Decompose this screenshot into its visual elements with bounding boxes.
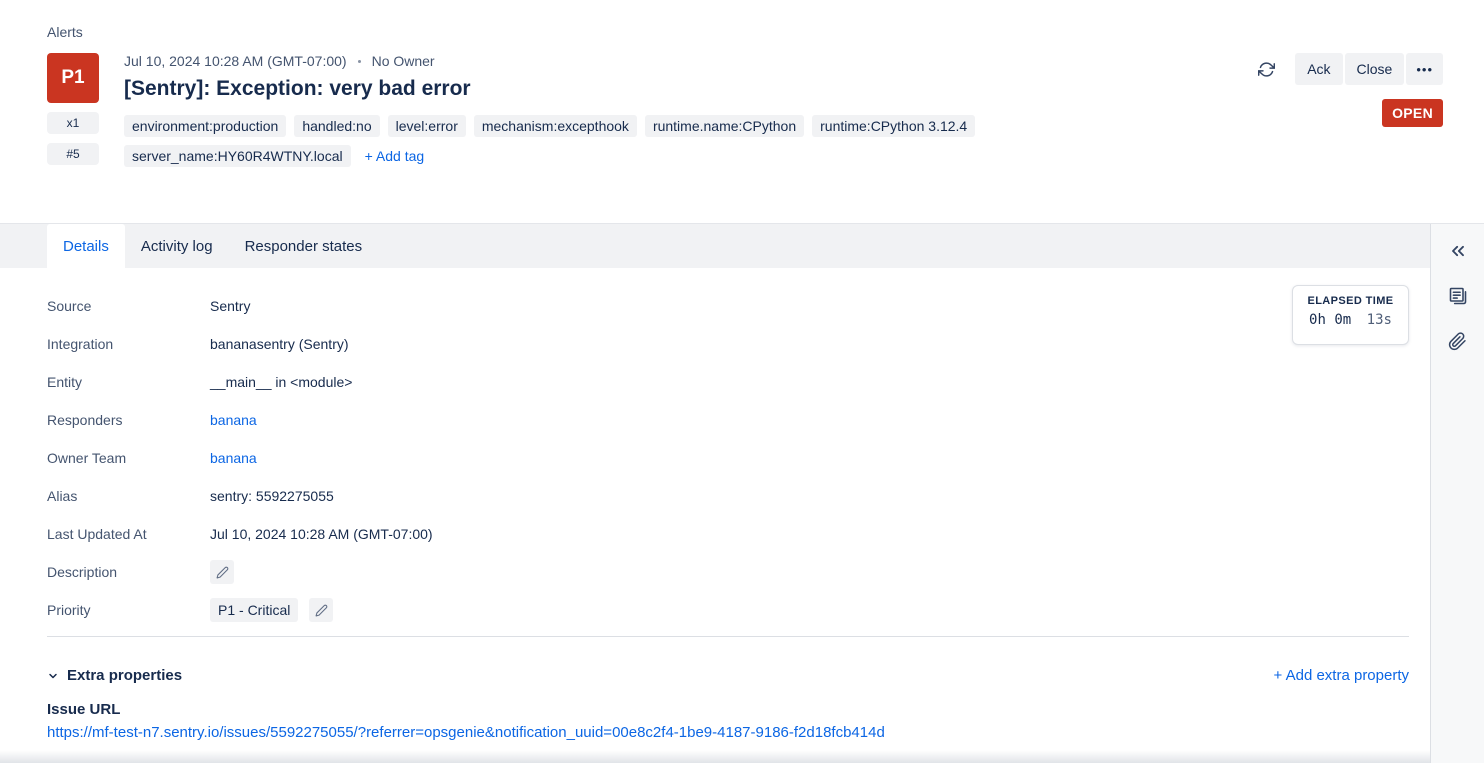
alert-timestamp: Jul 10, 2024 10:28 AM (GMT-07:00) [124,53,347,69]
notes-icon[interactable] [1442,280,1474,312]
more-actions-button[interactable]: ••• [1406,53,1443,85]
issue-url-link[interactable]: https://mf-test-n7.sentry.io/issues/5592… [47,724,885,741]
tab-activity-log[interactable]: Activity log [125,224,229,268]
elapsed-time-value: 0h 0m 13s [1293,312,1408,328]
extra-properties-title: Extra properties [67,667,182,684]
field-row-last-updated: Last Updated At Jul 10, 2024 10:28 AM (G… [47,522,1409,546]
alert-count-chip: x1 [47,112,99,134]
tab-responder-states[interactable]: Responder states [229,224,379,268]
tab-details[interactable]: Details [47,224,125,268]
field-label: Responders [47,412,210,428]
dot-separator [358,60,361,63]
field-row-integration: Integration bananasentry (Sentry) [47,332,1409,356]
ack-button[interactable]: Ack [1295,53,1342,85]
add-tag-button[interactable]: + Add tag [359,145,431,167]
refresh-icon[interactable] [1258,61,1275,78]
field-label: Entity [47,374,210,390]
field-row-priority: Priority P1 - Critical [47,598,1409,622]
elapsed-minutes: 0m [1334,312,1351,328]
field-value: Sentry [210,298,250,314]
right-sidebar [1430,224,1484,763]
owner-team-link[interactable]: banana [210,450,257,466]
elapsed-time-card: ELAPSED TIME 0h 0m 13s [1292,285,1409,345]
tag[interactable]: mechanism:excepthook [474,115,637,137]
edit-description-button[interactable] [210,560,234,584]
paperclip-icon[interactable] [1442,325,1474,357]
field-row-description: Description [47,560,1409,584]
chevron-down-icon [47,670,59,682]
elapsed-time-title: ELAPSED TIME [1293,295,1408,307]
alert-title: [Sentry]: Exception: very bad error [124,77,1258,101]
pencil-icon [315,604,328,617]
priority-badge: P1 [47,53,99,103]
field-label: Description [47,564,210,580]
extra-property-item: Issue URL https://mf-test-n7.sentry.io/i… [47,701,1409,741]
field-value: __main__ in <module> [210,374,352,390]
tag-list: environment:production handled:no level:… [124,115,1124,167]
field-value: bananasentry (Sentry) [210,336,349,352]
status-badge: OPEN [1382,99,1443,127]
collapse-sidebar-icon[interactable] [1442,235,1474,267]
field-label: Last Updated At [47,526,210,542]
tag[interactable]: handled:no [294,115,379,137]
field-value: Jul 10, 2024 10:28 AM (GMT-07:00) [210,526,433,542]
extra-properties-toggle[interactable]: Extra properties [47,667,182,684]
property-key: Issue URL [47,701,1409,718]
field-label: Source [47,298,210,314]
elapsed-hours: 0h [1309,312,1326,328]
elapsed-seconds: 13s [1367,312,1392,328]
priority-chip: P1 - Critical [210,598,298,622]
field-label: Priority [47,602,210,618]
alert-header: Alerts P1 x1 #5 Jul 10, 2024 10:28 AM (G… [0,0,1484,224]
tag[interactable]: server_name:HY60R4WTNY.local [124,145,351,167]
breadcrumb[interactable]: Alerts [47,24,1443,40]
edit-priority-button[interactable] [309,598,333,622]
details-panel: ELAPSED TIME 0h 0m 13s Source Sentry Int… [0,268,1430,763]
field-row-source: Source Sentry [47,294,1409,318]
tag[interactable]: runtime.name:CPython [645,115,804,137]
field-label: Alias [47,488,210,504]
field-row-entity: Entity __main__ in <module> [47,370,1409,394]
field-value: sentry: 5592275055 [210,488,334,504]
field-row-responders: Responders banana [47,408,1409,432]
tag[interactable]: runtime:CPython 3.12.4 [812,115,975,137]
add-extra-property-button[interactable]: + Add extra property [1274,667,1410,684]
field-row-alias: Alias sentry: 5592275055 [47,484,1409,508]
field-label: Integration [47,336,210,352]
tab-bar: Details Activity log Responder states [0,224,1430,268]
responder-link[interactable]: banana [210,412,257,428]
tag[interactable]: environment:production [124,115,286,137]
tag[interactable]: level:error [388,115,466,137]
tiny-id-chip: #5 [47,143,99,165]
close-button[interactable]: Close [1345,53,1405,85]
pencil-icon [216,566,229,579]
section-divider [47,636,1409,637]
alert-owner: No Owner [372,53,435,69]
field-label: Owner Team [47,450,210,466]
field-row-owner-team: Owner Team banana [47,446,1409,470]
